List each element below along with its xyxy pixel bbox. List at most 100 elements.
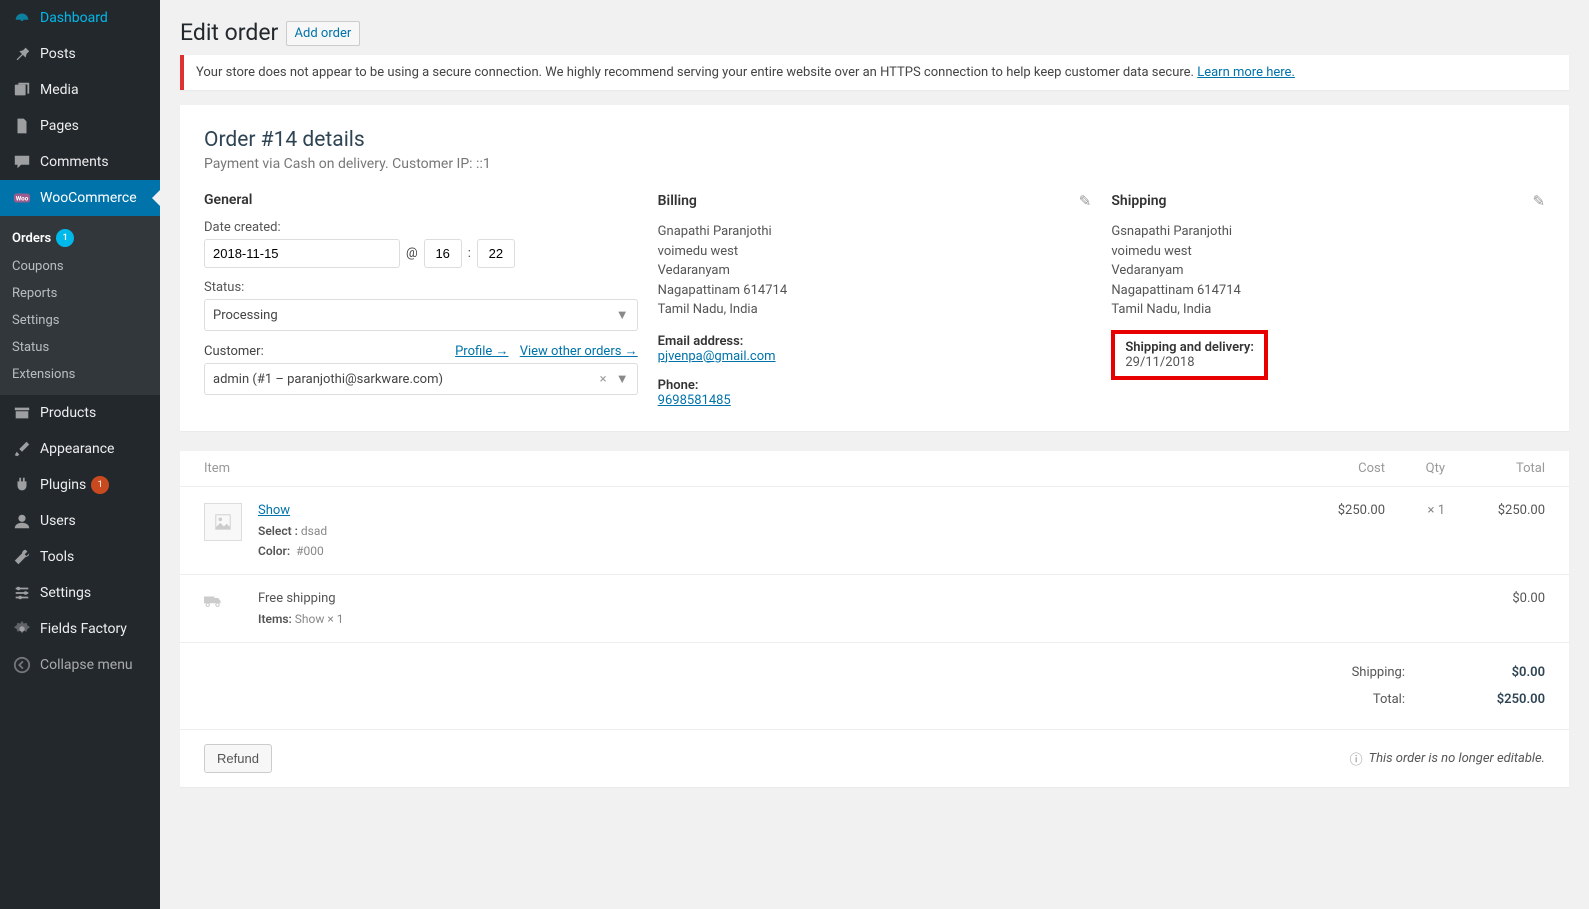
billing-street: voimedu west (658, 242, 1092, 262)
submenu-item-coupons[interactable]: Coupons (0, 253, 160, 280)
billing-email[interactable]: pjvenpa@gmail.com (658, 349, 776, 364)
phone-label: Phone: (658, 378, 1092, 393)
sidebar-item-pages[interactable]: Pages (0, 108, 160, 144)
item-qty: × 1 (1385, 503, 1445, 518)
order-items-panel: Item Cost Qty Total Show Select : dsad C… (180, 451, 1569, 787)
billing-name: Gnapathi Paranjothi (658, 222, 1092, 242)
order-total-label: Total: (1373, 692, 1405, 707)
shipping-details: Free shipping Items: Show × 1 (258, 591, 1295, 626)
submenu-item-status[interactable]: Status (0, 334, 160, 361)
sidebar-label: WooCommerce (40, 190, 137, 206)
submenu-item-extensions[interactable]: Extensions (0, 361, 160, 388)
submenu-label: Reports (12, 286, 57, 301)
submenu-item-reports[interactable]: Reports (0, 280, 160, 307)
submenu-item-orders[interactable]: Orders 1 (0, 223, 160, 253)
sidebar-item-woocommerce[interactable]: Woo WooCommerce (0, 180, 160, 216)
add-order-button[interactable]: Add order (286, 21, 361, 46)
sidebar-label: Settings (40, 585, 91, 601)
sidebar-item-products[interactable]: Products (0, 395, 160, 431)
sidebar-item-media[interactable]: Media (0, 72, 160, 108)
refund-button[interactable]: Refund (204, 744, 272, 773)
svg-text:Woo: Woo (16, 195, 29, 203)
status-select[interactable]: Processing ▼ (204, 299, 638, 331)
sidebar-label: Plugins (40, 477, 86, 493)
customer-select[interactable]: admin (#1 – paranjothi@sarkware.com) × ▼ (204, 363, 638, 395)
sidebar-item-collapse[interactable]: Collapse menu (0, 647, 160, 683)
billing-district: Nagapattinam 614714 (658, 281, 1092, 301)
billing-phone[interactable]: 9698581485 (658, 393, 731, 408)
product-thumbnail (204, 503, 242, 541)
sidebar-item-fields-factory[interactable]: Fields Factory (0, 611, 160, 647)
submenu-item-settings[interactable]: Settings (0, 307, 160, 334)
pencil-icon[interactable]: ✎ (1079, 192, 1092, 210)
brush-icon (12, 439, 32, 459)
plugin-icon (12, 475, 32, 495)
shipping-items-label: Items: (258, 612, 292, 626)
customer-label: Customer: (204, 344, 264, 359)
page-title: Edit order (180, 10, 278, 50)
user-icon (12, 511, 32, 531)
sidebar-item-users[interactable]: Users (0, 503, 160, 539)
dashboard-icon (12, 8, 32, 28)
sidebar-label: Collapse menu (40, 657, 133, 673)
select-value: dsad (301, 524, 327, 538)
color-value: #000 (296, 544, 324, 558)
billing-column: Billing ✎ Gnapathi Paranjothi voimedu we… (658, 192, 1092, 408)
notice-link[interactable]: Learn more here. (1197, 65, 1295, 80)
notice-text: Your store does not appear to be using a… (196, 65, 1197, 80)
woocommerce-submenu: Orders 1 Coupons Reports Settings Status… (0, 216, 160, 395)
order-title: Order #14 details (204, 128, 1545, 152)
sidebar-item-tools[interactable]: Tools (0, 539, 160, 575)
product-name-link[interactable]: Show (258, 503, 290, 518)
sidebar-item-posts[interactable]: Posts (0, 36, 160, 72)
woocommerce-icon: Woo (12, 188, 32, 208)
wrench-icon (12, 547, 32, 567)
customer-value: admin (#1 – paranjothi@sarkware.com) (213, 372, 443, 387)
not-editable-note: ⓘ This order is no longer editable. (1350, 749, 1545, 768)
sidebar-label: Media (40, 82, 79, 98)
info-icon: ⓘ (1350, 749, 1363, 768)
pin-icon (12, 44, 32, 64)
order-subtitle: Payment via Cash on delivery. Customer I… (204, 156, 1545, 172)
billing-heading: Billing (658, 193, 697, 209)
profile-link[interactable]: Profile → (455, 344, 508, 359)
plugins-count-badge: 1 (91, 476, 109, 494)
status-value: Processing (213, 308, 278, 323)
chevron-down-icon: ▼ (616, 307, 629, 323)
https-notice: Your store does not appear to be using a… (180, 55, 1569, 90)
general-column: General Date created: @ : Status: (204, 192, 638, 408)
submenu-label: Settings (12, 313, 59, 328)
item-total: $250.00 (1445, 503, 1545, 518)
order-data-panel: Order #14 details Payment via Cash on de… (180, 105, 1569, 431)
sidebar-label: Fields Factory (40, 621, 127, 637)
items-footer: Refund ⓘ This order is no longer editabl… (180, 730, 1569, 787)
sidebar-item-settings[interactable]: Settings (0, 575, 160, 611)
sidebar-label: Products (40, 405, 96, 421)
admin-sidebar: Dashboard Posts Media Pages Comments Woo… (0, 0, 160, 909)
shipping-delivery-highlight: Shipping and delivery: 29/11/2018 (1111, 330, 1268, 380)
delivery-label: Shipping and delivery: (1125, 340, 1254, 355)
submenu-label: Coupons (12, 259, 64, 274)
sidebar-item-plugins[interactable]: Plugins 1 (0, 467, 160, 503)
sliders-icon (12, 583, 32, 603)
header-cost: Cost (1295, 461, 1385, 476)
sidebar-item-appearance[interactable]: Appearance (0, 431, 160, 467)
hour-input[interactable] (424, 239, 462, 268)
shipping-total-value: $0.00 (1445, 665, 1545, 680)
clear-icon[interactable]: × (600, 372, 607, 387)
general-heading: General (204, 192, 638, 208)
delivery-date: 29/11/2018 (1125, 355, 1254, 370)
shipping-column: Shipping ✎ Gsnapathi Paranjothi voimedu … (1111, 192, 1545, 408)
sidebar-item-dashboard[interactable]: Dashboard (0, 0, 160, 36)
pencil-icon[interactable]: ✎ (1532, 192, 1545, 210)
collapse-icon (12, 655, 32, 675)
comment-icon (12, 152, 32, 172)
view-other-orders-link[interactable]: View other orders → (520, 344, 638, 359)
shipping-heading: Shipping (1111, 193, 1166, 209)
minute-input[interactable] (477, 239, 515, 268)
date-input[interactable] (204, 239, 400, 268)
shipping-total-label: Shipping: (1352, 665, 1405, 680)
sidebar-item-comments[interactable]: Comments (0, 144, 160, 180)
submenu-label: Status (12, 340, 49, 355)
item-details: Show Select : dsad Color: #000 (258, 503, 1295, 558)
